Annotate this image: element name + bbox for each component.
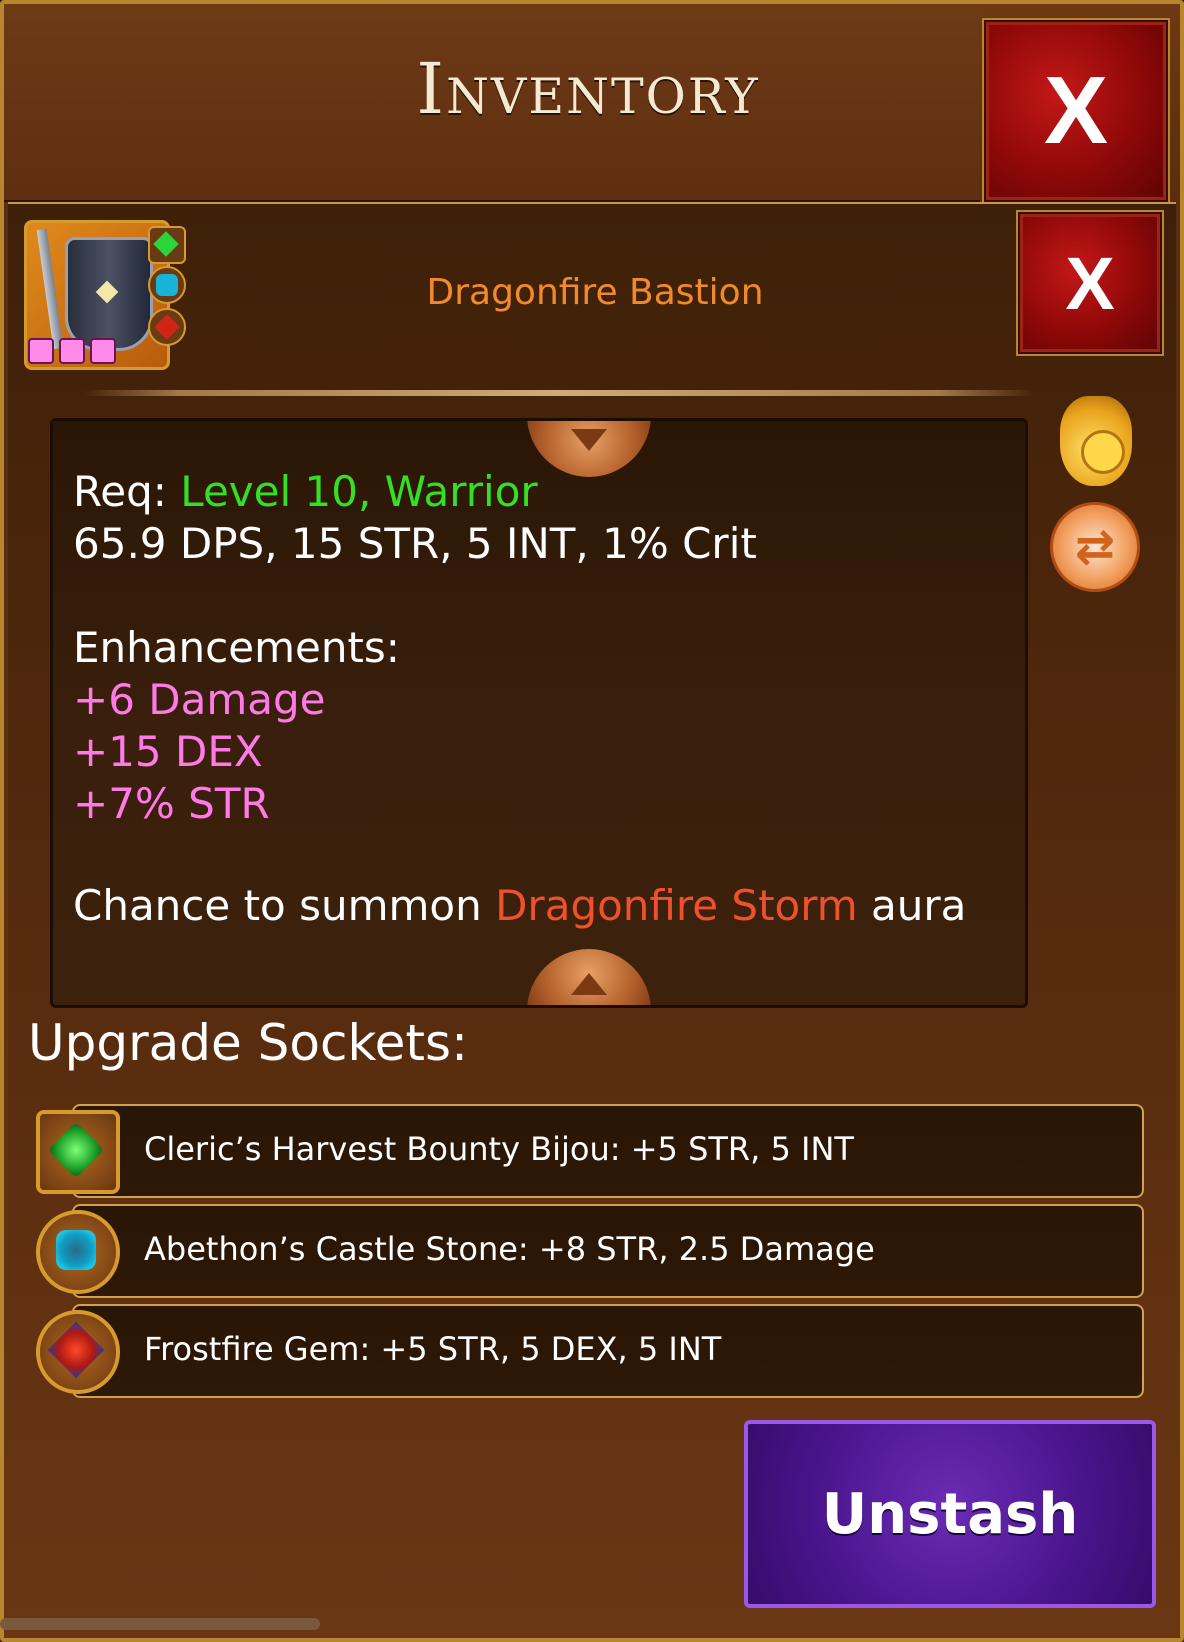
requirement-label: Req:: [73, 467, 181, 516]
mini-red-gem-icon: [148, 308, 186, 346]
effect-name: Dragonfire Storm: [495, 881, 858, 930]
divider: [84, 390, 1034, 396]
coin-bag-icon[interactable]: [1060, 396, 1132, 486]
requirement-value: Level 10, Warrior: [180, 467, 538, 516]
socket-row[interactable]: Cleric’s Harvest Bounty Bijou: +5 STR, 5…: [36, 1104, 1144, 1198]
coin-icon: [1081, 430, 1125, 474]
enhancements-title: Enhancements:: [73, 623, 400, 672]
pip: [59, 338, 85, 364]
item-description-box[interactable]: Req: Level 10, Warrior 65.9 DPS, 15 STR,…: [50, 418, 1028, 1008]
pip: [90, 338, 116, 364]
effect-line: Chance to summon Dragonfire Storm aura: [73, 881, 966, 930]
arrow-up-icon: [571, 973, 607, 995]
close-item-button[interactable]: X: [1018, 212, 1162, 354]
scroll-up-button[interactable]: [527, 421, 651, 477]
cyan-gem-icon: [36, 1210, 120, 1294]
close-inventory-button[interactable]: X: [984, 20, 1168, 202]
socket-label: Abethon’s Castle Stone: +8 STR, 2.5 Dama…: [144, 1230, 875, 1268]
socket-label: Cleric’s Harvest Bounty Bijou: +5 STR, 5…: [144, 1130, 854, 1168]
item-name: Dragonfire Bastion: [426, 272, 764, 313]
enhancement-line: +15 DEX: [73, 727, 263, 776]
unstash-button[interactable]: Unstash: [744, 1420, 1156, 1608]
socket-label: Frostfire Gem: +5 STR, 5 DEX, 5 INT: [144, 1330, 722, 1368]
requirement-line: Req: Level 10, Warrior: [73, 467, 538, 516]
swap-icon[interactable]: ⇄: [1050, 502, 1140, 592]
socket-row[interactable]: Abethon’s Castle Stone: +8 STR, 2.5 Dama…: [36, 1204, 1144, 1298]
arrow-down-icon: [571, 429, 607, 451]
mini-cyan-gem-icon: [148, 266, 186, 304]
scroll-down-button[interactable]: [527, 949, 651, 1005]
shield-emblem: [95, 280, 119, 304]
green-gem-icon: [36, 1110, 120, 1194]
mini-green-gem-icon: [148, 226, 186, 264]
socket-row[interactable]: Frostfire Gem: +5 STR, 5 DEX, 5 INT: [36, 1304, 1144, 1398]
item-socket-column: [148, 226, 186, 368]
enhancement-line: +7% STR: [73, 779, 270, 828]
sword-graphic: [36, 228, 64, 350]
pip: [28, 338, 54, 364]
enhancement-line: +6 Damage: [73, 675, 326, 724]
enhancement-pips: [28, 338, 121, 368]
effect-suffix: aura: [857, 881, 967, 930]
sockets-title: Upgrade Sockets:: [28, 1014, 468, 1072]
shield-graphic: [65, 237, 153, 351]
red-gem-icon: [36, 1310, 120, 1394]
scrollbar[interactable]: [0, 1618, 320, 1630]
stats-line: 65.9 DPS, 15 STR, 5 INT, 1% Crit: [73, 519, 757, 568]
effect-prefix: Chance to summon: [73, 881, 496, 930]
